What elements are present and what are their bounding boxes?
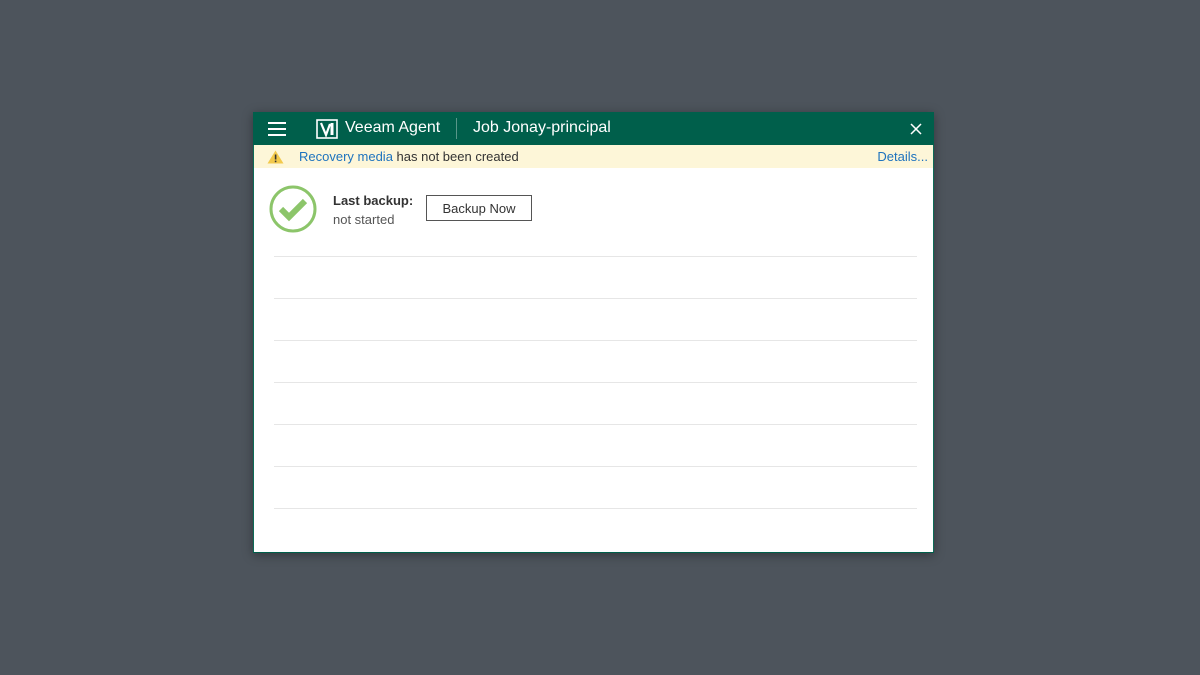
success-check-icon [269,185,317,233]
window-border-right [933,145,934,553]
list-row-divider [274,298,917,299]
warning-message: Recovery media has not been created [299,149,519,164]
window-border-bottom [253,552,934,553]
recovery-media-link[interactable]: Recovery media [299,149,393,164]
title-bar: Veeam Agent Job Jonay-principal [253,112,934,145]
window-border-left [253,145,254,553]
warning-message-text: has not been created [392,149,519,164]
list-row-divider [274,340,917,341]
backup-now-button[interactable]: Backup Now [426,195,532,221]
hamburger-menu-icon[interactable] [268,121,286,136]
title-separator [456,118,457,139]
last-backup-label: Last backup: [333,193,414,208]
list-row-divider [274,466,917,467]
list-row-divider [274,382,917,383]
list-row-divider [274,256,917,257]
app-name: Veeam Agent [345,119,441,136]
last-backup-value: not started [333,212,395,227]
list-row-divider [274,508,917,509]
list-row-divider [274,424,917,425]
job-title: Job Jonay-principal [473,119,611,136]
veeam-logo-icon [316,119,338,139]
warning-bar: Recovery media has not been created Deta… [253,145,934,168]
close-icon[interactable] [909,122,923,136]
details-link[interactable]: Details... [877,149,928,164]
veeam-agent-window: Veeam Agent Job Jonay-principal Recovery… [253,112,934,553]
warning-triangle-icon [267,150,284,164]
